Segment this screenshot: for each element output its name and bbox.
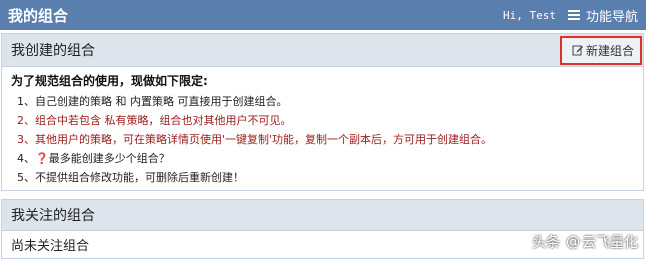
watermark-name: 云飞量化 bbox=[582, 235, 638, 251]
watermark: 头条 @ 云飞量化 bbox=[532, 232, 638, 252]
new-portfolio-button[interactable]: 新建组合 bbox=[559, 35, 642, 65]
rules-heading: 为了规范组合的使用，现做如下限定: bbox=[11, 74, 208, 88]
created-panel-title: 我创建的组合 bbox=[11, 43, 95, 59]
rule-item: 3、其他用户的策略，可在策略详情页使用'一键复制'功能，复制一个副本后，方可用于… bbox=[17, 133, 493, 146]
new-portfolio-label: 新建组合 bbox=[585, 43, 634, 58]
rule-item: 1、自己创建的策略 和 内置策略 可直接用于创建组合。 bbox=[17, 95, 288, 108]
user-greeting: Hi, Test bbox=[503, 8, 556, 22]
followed-panel-header: 我关注的组合 bbox=[2, 200, 643, 231]
watermark-logo: 头条 bbox=[532, 235, 560, 251]
nav-menu-label: 功能导航 bbox=[585, 9, 638, 25]
top-bar: 我的组合 Hi, Test 功能导航 bbox=[0, 0, 646, 30]
rule-item: 2、组合中若包含 私有策略，组合也对其他用户不可见。 bbox=[17, 114, 292, 127]
followed-panel-title: 我关注的组合 bbox=[11, 208, 95, 224]
rule-item: 5、不提供组合修改功能，可删除后重新创建！ bbox=[17, 171, 244, 184]
nav-menu-button[interactable]: 功能导航 bbox=[567, 6, 638, 25]
page-title: 我的组合 bbox=[8, 6, 69, 25]
watermark-at: @ bbox=[566, 234, 580, 250]
created-portfolios-panel: 我创建的组合 新建组合 为了规范组合的使用，现做如下限定: 1、自己创建的策略 … bbox=[1, 33, 644, 191]
created-panel-header: 我创建的组合 新建组合 bbox=[2, 34, 643, 67]
edit-icon bbox=[572, 45, 583, 56]
rule-item: 4、❓最多能创建多少个组合？ bbox=[17, 152, 170, 165]
rules-section: 为了规范组合的使用，现做如下限定: 1、自己创建的策略 和 内置策略 可直接用于… bbox=[2, 67, 643, 187]
hamburger-icon bbox=[567, 10, 580, 20]
